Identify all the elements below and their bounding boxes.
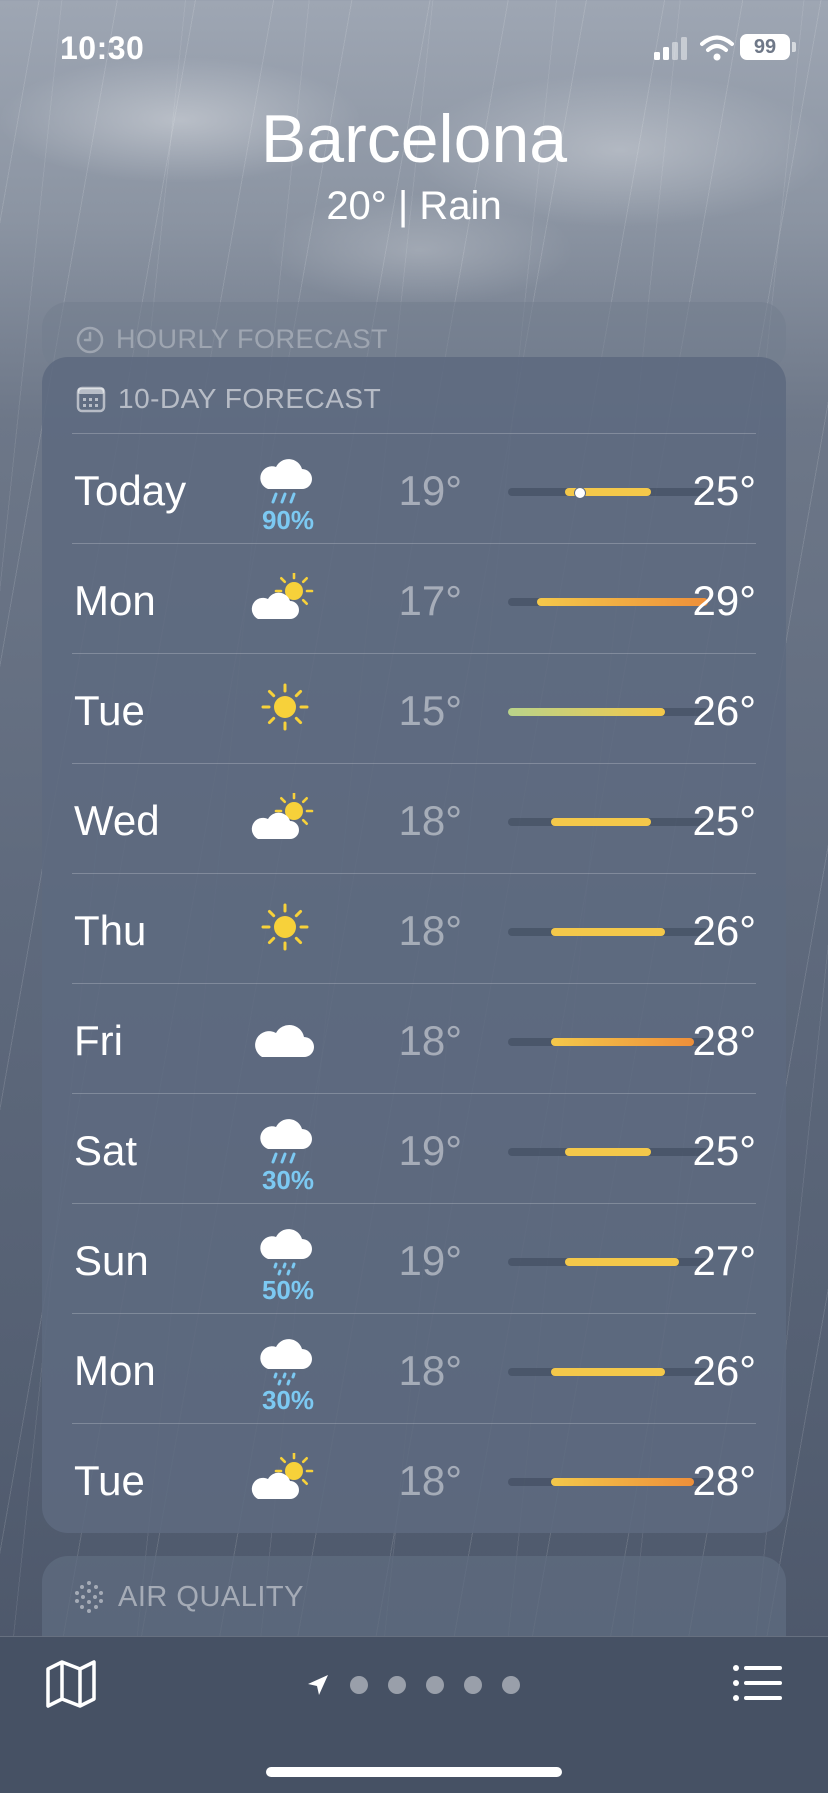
low-temp: 19° (398, 467, 462, 514)
high-temp: 25° (692, 797, 756, 844)
ten-day-forecast-header: 10-DAY FORECAST (76, 379, 381, 419)
wifi-icon (700, 35, 734, 61)
row-divider (72, 433, 756, 434)
precipitation-chance: 90% (261, 505, 315, 535)
cellular-signal-icon (654, 37, 687, 60)
status-time: 10:30 (60, 30, 145, 66)
page-dot[interactable] (350, 1676, 368, 1694)
precipitation-chance: 50% (261, 1275, 315, 1305)
partly-sunny-icon (250, 571, 320, 627)
forecast-row[interactable]: Thu 18° 26° (72, 875, 756, 985)
high-temp: 25° (692, 1127, 756, 1174)
forecast-day: Tue (74, 1457, 145, 1504)
location-arrow-icon (308, 1675, 328, 1695)
page-dot[interactable] (502, 1676, 520, 1694)
cloud-drizzle-icon (250, 1223, 320, 1277)
page-dot[interactable] (388, 1676, 406, 1694)
sun-icon (250, 683, 320, 737)
row-divider (72, 1313, 756, 1314)
row-divider (72, 873, 756, 874)
low-temp: 18° (398, 1017, 462, 1064)
low-temp: 19° (398, 1237, 462, 1284)
high-temp: 28° (692, 1017, 756, 1064)
row-divider (72, 1093, 756, 1094)
hourly-forecast-title: HOURLY FORECAST (116, 324, 389, 354)
hourly-forecast-header: HOURLY FORECAST (76, 324, 388, 355)
forecast-day: Sat (74, 1127, 138, 1174)
high-temp: 29° (692, 577, 756, 624)
row-divider (72, 653, 756, 654)
row-divider (72, 1203, 756, 1204)
ten-day-forecast-title: 10-DAY FORECAST (118, 383, 382, 414)
partly-sunny-icon (250, 791, 320, 847)
air-quality-header: AIR QUALITY (72, 1580, 304, 1614)
low-temp: 15° (398, 687, 462, 734)
forecast-row[interactable]: Wed 18° 25° (72, 765, 756, 875)
forecast-row[interactable]: Sun 50% 19° 27° (72, 1205, 756, 1315)
high-temp: 25° (692, 467, 756, 514)
partly-sunny-icon (250, 1451, 320, 1507)
forecast-day: Mon (74, 1347, 156, 1394)
map-icon[interactable] (44, 1657, 98, 1711)
forecast-day: Fri (74, 1017, 123, 1064)
high-temp: 28° (692, 1457, 756, 1504)
low-temp: 18° (398, 907, 462, 954)
city-name: Barcelona (260, 101, 568, 177)
high-temp: 26° (692, 907, 756, 954)
page-indicator[interactable] (306, 1673, 520, 1697)
calendar-icon (76, 386, 106, 413)
forecast-day: Mon (74, 577, 156, 624)
cloud-drizzle-icon (250, 1333, 320, 1387)
ten-day-forecast-card[interactable]: 10-DAY FORECAST Today 90% 19° 25° Mon 17… (42, 357, 786, 1533)
precipitation-chance: 30% (261, 1165, 315, 1195)
forecast-row[interactable]: Tue 18° 28° (72, 1425, 756, 1535)
cloud-icon (250, 1013, 320, 1067)
forecast-row[interactable]: Mon 17° 29° (72, 545, 756, 655)
sun-icon (250, 903, 320, 957)
home-indicator[interactable] (266, 1767, 562, 1777)
low-temp: 18° (398, 1457, 462, 1504)
bottom-toolbar (0, 1636, 828, 1793)
row-divider (72, 1423, 756, 1424)
status-bar: 10:30 99 (0, 0, 828, 100)
page-dot[interactable] (426, 1676, 444, 1694)
row-divider (72, 543, 756, 544)
forecast-row[interactable]: Fri 18° 28° (72, 985, 756, 1095)
low-temp: 17° (398, 577, 462, 624)
cloud-rain-heavy-icon (250, 453, 320, 507)
current-summary: 20° | Rain (326, 184, 502, 228)
page-dot[interactable] (464, 1676, 482, 1694)
forecast-row[interactable]: Mon 30% 18° 26° (72, 1315, 756, 1425)
air-quality-title: AIR QUALITY (118, 1580, 304, 1613)
air-quality-icon (75, 1581, 103, 1613)
forecast-day: Thu (74, 907, 147, 954)
row-divider (72, 983, 756, 984)
low-temp: 18° (398, 797, 462, 844)
high-temp: 26° (692, 687, 756, 734)
current-temp-marker (574, 487, 587, 499)
forecast-day: Sun (74, 1237, 149, 1284)
forecast-day: Today (74, 467, 187, 514)
row-divider (72, 763, 756, 764)
forecast-day: Wed (74, 797, 160, 844)
clock-icon (76, 326, 104, 353)
battery-indicator: 99 (740, 34, 796, 60)
precipitation-chance: 30% (261, 1385, 315, 1415)
high-temp: 26° (692, 1347, 756, 1394)
low-temp: 19° (398, 1127, 462, 1174)
forecast-day: Tue (74, 687, 145, 734)
high-temp: 27° (692, 1237, 756, 1284)
forecast-row[interactable]: Today 90% 19° 25° (72, 435, 756, 545)
cloud-rain-heavy-icon (250, 1113, 320, 1167)
low-temp: 18° (398, 1347, 462, 1394)
list-icon[interactable] (732, 1663, 784, 1703)
forecast-row[interactable]: Tue 15° 26° (72, 655, 756, 765)
forecast-row[interactable]: Sat 30% 19° 25° (72, 1095, 756, 1205)
